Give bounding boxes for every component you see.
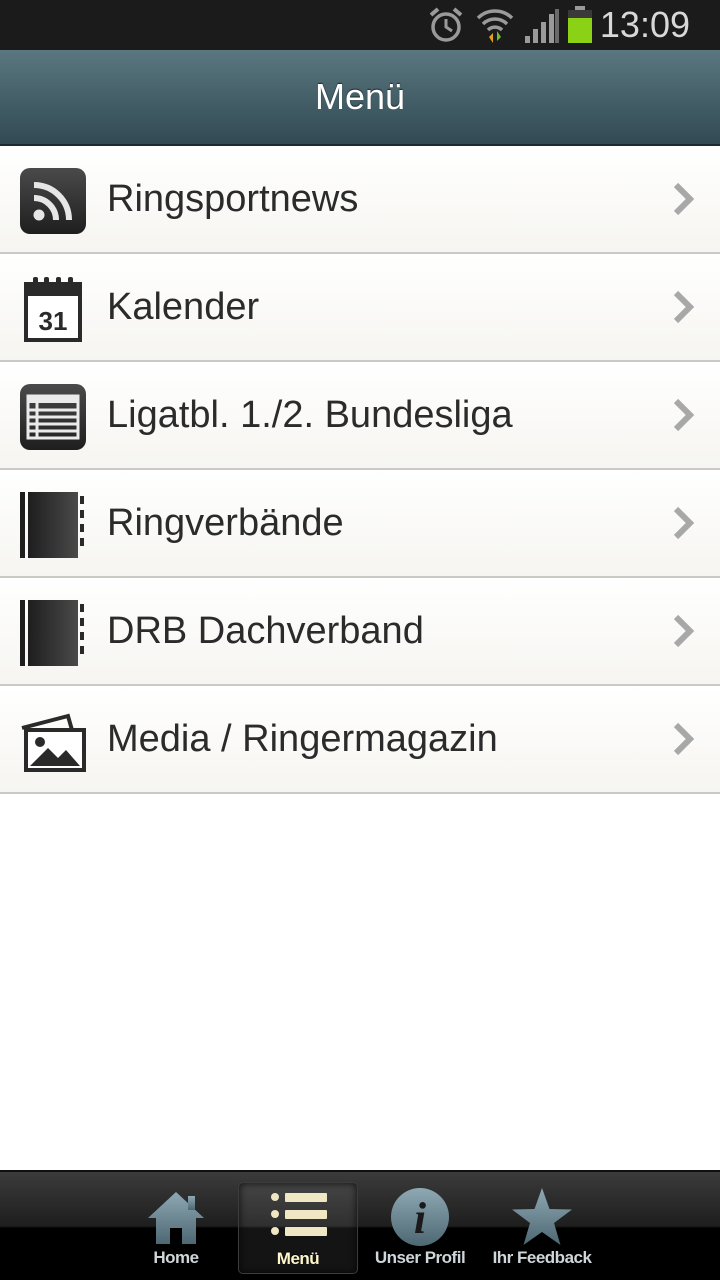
menu-item-label: DRB Dachverband xyxy=(107,610,424,652)
photos-icon xyxy=(21,713,86,772)
star-icon xyxy=(512,1188,572,1245)
tab-label: Unser Profil xyxy=(374,1248,466,1267)
tab-label: Home xyxy=(153,1248,199,1267)
menu-item-label: Kalender xyxy=(107,286,260,328)
chevron-right-icon xyxy=(673,722,695,756)
alarm-icon xyxy=(429,7,463,42)
chevron-right-icon xyxy=(673,290,695,324)
notebook-icon xyxy=(20,492,84,558)
tab-unser-profil[interactable]: i Unser Profil xyxy=(360,1182,480,1274)
tab-bar: Home Menü i Unser Profil Ihr Feedback xyxy=(0,1170,720,1280)
calendar-icon: 31 xyxy=(24,277,82,342)
status-time: 13:09 xyxy=(599,4,690,45)
notebook-icon xyxy=(20,600,84,666)
wifi-icon xyxy=(476,9,514,43)
tab-label: Menü xyxy=(276,1249,320,1268)
status-bar: 13:09 xyxy=(0,0,720,50)
menu-item-media-ringermagazin[interactable]: Media / Ringermagazin xyxy=(0,686,720,794)
rss-icon xyxy=(20,168,86,234)
menu-item-label: Media / Ringermagazin xyxy=(107,718,498,760)
menu-list: Ringsportnews 31 Kalender Ligatbl. 1./2.… xyxy=(0,146,720,794)
menu-item-ringverbaende[interactable]: Ringverbände xyxy=(0,470,720,578)
home-icon xyxy=(148,1192,204,1244)
tab-menu[interactable]: Menü xyxy=(238,1182,358,1274)
app-header: Menü xyxy=(0,50,720,146)
menu-item-label: Ringverbände xyxy=(107,502,344,544)
svg-text:i: i xyxy=(414,1194,427,1243)
info-icon: i xyxy=(391,1188,449,1246)
calendar-icon-text: 31 xyxy=(39,306,68,336)
menu-list-icon xyxy=(271,1193,327,1236)
chevron-right-icon xyxy=(673,182,695,216)
tab-label: Ihr Feedback xyxy=(492,1248,592,1267)
list-table-icon xyxy=(20,384,86,450)
tab-ihr-feedback[interactable]: Ihr Feedback xyxy=(482,1182,602,1274)
battery-icon xyxy=(568,6,592,43)
chevron-right-icon xyxy=(673,398,695,432)
signal-icon xyxy=(525,9,559,43)
menu-item-label: Ligatbl. 1./2. Bundesliga xyxy=(107,394,513,436)
menu-item-ringsportnews[interactable]: Ringsportnews xyxy=(0,146,720,254)
tab-home[interactable]: Home xyxy=(116,1182,236,1274)
chevron-right-icon xyxy=(673,506,695,540)
menu-item-drb-dachverband[interactable]: DRB Dachverband xyxy=(0,578,720,686)
menu-item-label: Ringsportnews xyxy=(107,178,359,220)
menu-item-kalender[interactable]: 31 Kalender xyxy=(0,254,720,362)
page-title: Menü xyxy=(314,76,406,117)
chevron-right-icon xyxy=(673,614,695,648)
menu-item-ligatabelle[interactable]: Ligatbl. 1./2. Bundesliga xyxy=(0,362,720,470)
